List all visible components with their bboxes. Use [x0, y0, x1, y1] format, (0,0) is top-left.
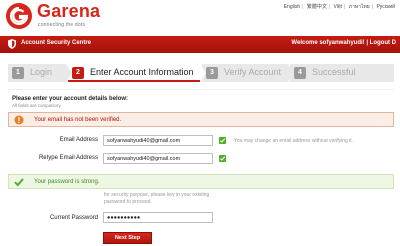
retype-email-field[interactable] [103, 153, 213, 164]
step-label: Successful [312, 67, 356, 77]
step-number: 4 [294, 67, 306, 79]
brand-tagline: connecting the dots [38, 22, 86, 28]
step-verify-account: 3 Verify Account [202, 64, 294, 82]
check-icon [219, 137, 226, 144]
email-hint: You may change an email address without … [234, 138, 354, 144]
email-field[interactable] [103, 135, 213, 146]
step-number: 1 [12, 67, 24, 79]
progress-steps: 1 Login 2 Enter Account Information 3 Ve… [8, 64, 394, 82]
current-password-field[interactable] [103, 212, 213, 223]
step-number: 3 [206, 67, 218, 79]
step-number: 2 [72, 67, 84, 79]
step-enter-account-information: 2 Enter Account Information [68, 64, 206, 82]
step-successful: 4 Successful [290, 64, 394, 82]
garena-logo-icon[interactable] [6, 3, 32, 29]
email-label: Email Address [59, 137, 98, 143]
lang-russian[interactable]: Русский [375, 4, 396, 10]
header: Garena connecting the dots English | 繁體中文… [0, 0, 400, 34]
shield-icon [8, 39, 16, 49]
language-switcher: English | 繁體中文 | Việt | ภาษาไทย | Русский [283, 4, 396, 10]
lang-vietnamese[interactable]: Việt [333, 4, 344, 10]
security-note: for security purpose, please key in your… [104, 192, 210, 205]
check-icon [219, 155, 226, 162]
lang-thai[interactable]: ภาษาไทย [348, 4, 371, 10]
step-label: Login [30, 67, 53, 77]
step-label: Verify Account [224, 67, 282, 77]
step-label: Enter Account Information [90, 67, 194, 77]
page: Garena connecting the dots English | 繁體中文… [0, 0, 400, 246]
account-security-bar: Account Security Centre Welcome sofyanwa… [0, 36, 400, 53]
welcome-logout-link[interactable]: Welcome sofyanwahyudi! | Logout D [291, 40, 396, 46]
lang-traditional-chinese[interactable]: 繁體中文 [306, 4, 328, 10]
checkmark-icon [14, 178, 24, 187]
lang-english[interactable]: English [283, 4, 301, 10]
retype-email-label: Retype Email Address [38, 155, 98, 161]
email-not-verified-alert: Your email has not been verified. [8, 112, 394, 127]
step-login: 1 Login [8, 64, 72, 82]
brand-name: Garena [37, 1, 101, 21]
warning-text: Your email has not been verified. [34, 117, 122, 123]
security-centre-title: Account Security Centre [21, 40, 92, 46]
next-step-button[interactable]: Next Step [103, 232, 152, 244]
form-title: Please enter your account details below: [12, 96, 129, 102]
divider [8, 89, 394, 90]
current-password-label: Current Password [49, 215, 98, 221]
success-text: Your password is strong. [34, 179, 100, 185]
warning-icon [14, 115, 24, 125]
form-subtitle: All fields are compulsory [12, 103, 61, 108]
password-strong-alert: Your password is strong. [8, 174, 394, 189]
